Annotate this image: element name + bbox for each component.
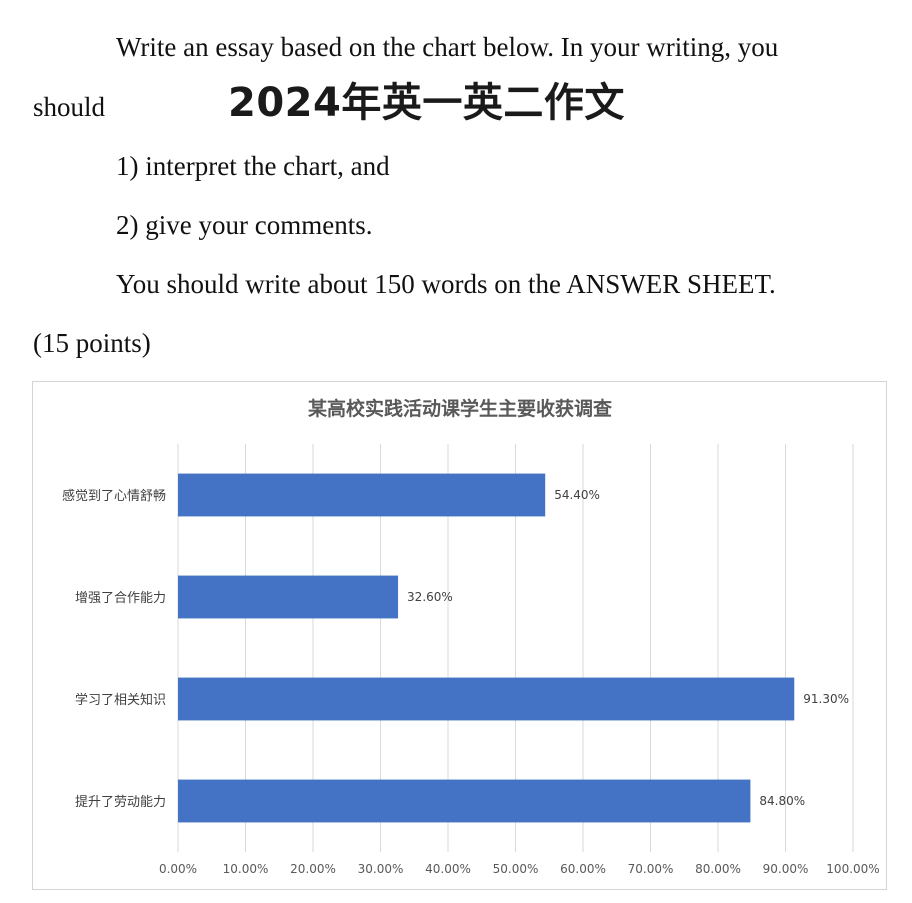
instruction-point-1: 1) interpret the chart, and (116, 151, 390, 181)
bar (178, 575, 399, 619)
x-tick-label: 100.00% (826, 862, 879, 876)
data-label: 54.40% (554, 488, 600, 502)
x-tick-label: 10.00% (223, 862, 269, 876)
data-label: 91.30% (803, 692, 849, 706)
x-tick-label: 50.00% (493, 862, 539, 876)
chart-title: 某高校实践活动课学生主要收获调查 (308, 397, 613, 420)
category-label: 感觉到了心情舒畅 (62, 488, 166, 504)
x-tick-label: 90.00% (763, 862, 809, 876)
instruction-point-2: 2) give your comments. (116, 210, 373, 240)
x-tick-label: 30.00% (358, 862, 404, 876)
instruction-line-1: Write an essay based on the chart below.… (116, 32, 779, 62)
category-label: 学习了相关知识 (75, 692, 166, 708)
chart-svg: 某高校实践活动课学生主要收获调查 54.40% 感觉到了心情舒畅 32.60% 增强了… (62, 397, 880, 876)
instruction-points: (15 points) (33, 328, 151, 358)
category-label: 提升了劳动能力 (75, 794, 166, 810)
bar (178, 779, 751, 823)
x-tick-label: 60.00% (560, 862, 606, 876)
instruction-line-2: should (33, 92, 106, 122)
data-label: 32.60% (407, 590, 453, 604)
bar (178, 677, 795, 721)
x-tick-label: 80.00% (695, 862, 741, 876)
instruction-word-count: You should write about 150 words on the … (116, 269, 776, 299)
bar-chart: 某高校实践活动课学生主要收获调查 54.40% 感觉到了心情舒畅 32.60% 增强了… (32, 381, 887, 890)
watermark-title: 2024年英一英二作文 (228, 80, 625, 126)
bar (178, 473, 546, 517)
x-tick-label: 20.00% (290, 862, 336, 876)
data-label: 84.80% (759, 794, 805, 808)
x-tick-label: 0.00% (159, 862, 197, 876)
x-tick-label: 70.00% (628, 862, 674, 876)
x-tick-label: 40.00% (425, 862, 471, 876)
category-label: 增强了合作能力 (75, 591, 166, 606)
